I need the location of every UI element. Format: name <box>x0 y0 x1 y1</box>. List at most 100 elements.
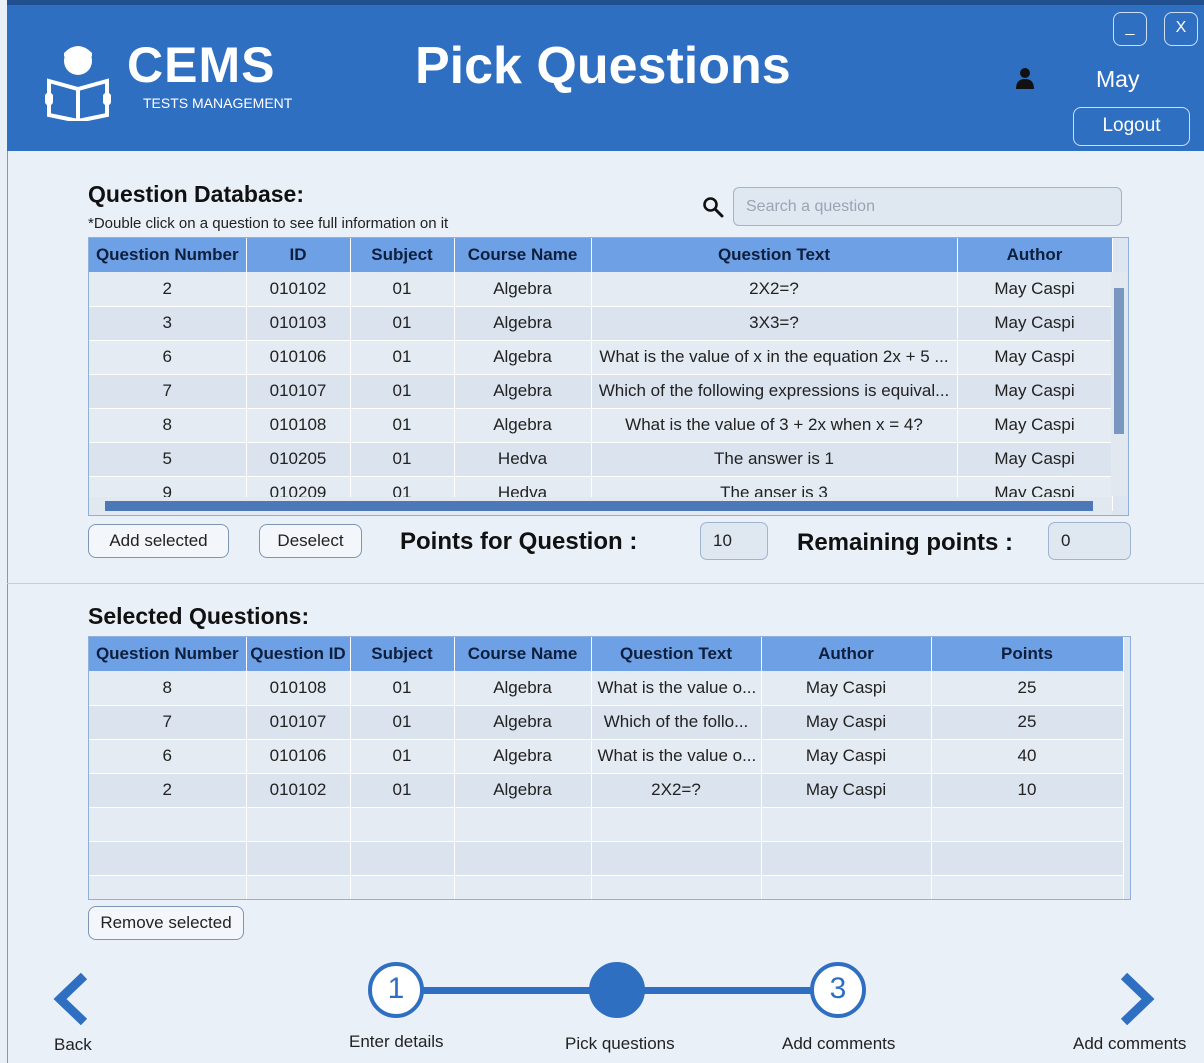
selected-cell: 25 <box>931 671 1124 706</box>
step-2-label: Pick questions <box>565 1034 675 1053</box>
selected-cell: Algebra <box>454 671 592 706</box>
deselect-button[interactable]: Deselect <box>259 524 362 558</box>
back-arrow-icon[interactable] <box>52 972 92 1026</box>
selected-cell: 6 <box>89 739 247 774</box>
selected-column-header[interactable]: Question Text <box>591 637 762 671</box>
selected-cell <box>246 875 351 899</box>
database-cell: 010103 <box>246 306 351 341</box>
next-arrow-icon[interactable] <box>1116 972 1156 1026</box>
selected-column-header[interactable]: Question ID <box>246 637 351 671</box>
back-label[interactable]: Back <box>54 1035 92 1055</box>
selected-cell: May Caspi <box>761 671 932 706</box>
database-cell: The answer is 1 <box>591 442 958 477</box>
selected-cell <box>931 807 1124 842</box>
selected-cell <box>454 841 592 876</box>
search-icon[interactable] <box>702 196 724 218</box>
database-horizontal-scrollbar[interactable] <box>89 497 1112 515</box>
minimize-button[interactable]: _ <box>1113 12 1147 46</box>
database-column-header[interactable]: Subject <box>350 238 455 272</box>
database-cell: 8 <box>89 408 247 443</box>
selected-column-header[interactable]: Course Name <box>454 637 592 671</box>
user-icon <box>1016 68 1034 89</box>
page-title: Pick Questions <box>415 37 791 95</box>
database-column-header[interactable]: Author <box>957 238 1113 272</box>
selected-row[interactable]: 7 010107 01 Algebra Which of the follo... May… <box>89 705 1124 740</box>
selected-row[interactable]: 6 010106 01 Algebra What is the value o... Ma… <box>89 739 1124 774</box>
close-button[interactable]: X <box>1164 12 1198 46</box>
database-cell: May Caspi <box>957 408 1113 443</box>
selected-column-header[interactable]: Subject <box>350 637 455 671</box>
database-cell: Algebra <box>454 272 592 307</box>
logout-button[interactable]: Logout <box>1073 107 1190 146</box>
selected-row[interactable]: 8 010108 01 Algebra What is the value o... Ma… <box>89 671 1124 706</box>
step-1-circle: 1 <box>368 962 424 1018</box>
step-1-label: Enter details <box>349 1032 444 1051</box>
database-cell: 01 <box>350 374 455 409</box>
database-cell: 7 <box>89 374 247 409</box>
selected-questions-table[interactable]: Question Number Question ID Subject Course … <box>88 636 1131 900</box>
database-row[interactable]: 3 010103 01 Algebra 3X3=? May Caspi <box>89 306 1113 341</box>
database-cell: May Caspi <box>957 442 1113 477</box>
selected-row[interactable] <box>89 875 1124 899</box>
selected-cell <box>350 875 455 899</box>
selected-column-header[interactable]: Question Number <box>89 637 247 671</box>
scroll-thumb[interactable] <box>1114 288 1124 434</box>
selected-cell: 01 <box>350 705 455 740</box>
selected-cell: Algebra <box>454 773 592 808</box>
user-name: May <box>1096 66 1140 92</box>
database-row[interactable]: 2 010102 01 Algebra 2X2=? May Caspi <box>89 272 1113 307</box>
database-row[interactable]: 8 010108 01 Algebra What is the value of 3 +… <box>89 408 1113 443</box>
selected-column-header[interactable]: Points <box>931 637 1124 671</box>
section-divider <box>7 583 1204 584</box>
database-row[interactable]: 7 010107 01 Algebra Which of the following e… <box>89 374 1113 409</box>
selected-cell: 01 <box>350 773 455 808</box>
selected-column-header[interactable]: Author <box>761 637 932 671</box>
selected-cell <box>89 875 247 899</box>
database-row[interactable]: 5 010205 01 Hedva The answer is 1 May Caspi <box>89 442 1113 477</box>
scroll-thumb[interactable] <box>105 501 1093 511</box>
selected-cell: 010108 <box>246 671 351 706</box>
points-input[interactable]: 10 <box>700 522 768 560</box>
selected-cell: 2X2=? <box>591 773 762 808</box>
add-selected-button[interactable]: Add selected <box>88 524 229 558</box>
selected-cell: 010106 <box>246 739 351 774</box>
database-cell: 2 <box>89 272 247 307</box>
database-cell: 3 <box>89 306 247 341</box>
database-cell: Which of the following expressions is eq… <box>591 374 958 409</box>
step-2-circle <box>589 962 645 1018</box>
selected-cell <box>246 807 351 842</box>
selected-cell <box>931 875 1124 899</box>
database-column-header[interactable]: Question Number <box>89 238 247 272</box>
reader-logo-icon <box>45 46 111 121</box>
next-label[interactable]: Add comments <box>1073 1034 1186 1054</box>
database-column-header[interactable]: Question Text <box>591 238 958 272</box>
selected-cell <box>591 807 762 842</box>
selected-cell: 01 <box>350 671 455 706</box>
search-input[interactable] <box>733 187 1122 226</box>
logo-title: CEMS <box>127 37 276 93</box>
selected-cell <box>591 841 762 876</box>
step-3-circle: 3 <box>810 962 866 1018</box>
step-3-label: Add comments <box>782 1034 896 1053</box>
selected-row[interactable]: 2 010102 01 Algebra 2X2=? May Caspi 10 <box>89 773 1124 808</box>
database-cell: 01 <box>350 408 455 443</box>
selected-cell: 01 <box>350 739 455 774</box>
selected-cell: Algebra <box>454 705 592 740</box>
database-cell: 6 <box>89 340 247 375</box>
database-cell: 01 <box>350 306 455 341</box>
database-cell: May Caspi <box>957 306 1113 341</box>
remaining-points-field: 0 <box>1048 522 1131 560</box>
database-vertical-scrollbar[interactable] <box>1111 272 1127 496</box>
database-cell: 01 <box>350 340 455 375</box>
database-column-header[interactable]: ID <box>246 238 351 272</box>
database-cell: 5 <box>89 442 247 477</box>
selected-row[interactable] <box>89 841 1124 876</box>
database-column-header[interactable]: Course Name <box>454 238 592 272</box>
database-row[interactable]: 6 010106 01 Algebra What is the value of x i… <box>89 340 1113 375</box>
selected-row[interactable] <box>89 807 1124 842</box>
selected-cell: 10 <box>931 773 1124 808</box>
question-database-table[interactable]: Question Number ID Subject Course Name Quest… <box>88 237 1129 516</box>
database-cell: May Caspi <box>957 272 1113 307</box>
selected-cell: Which of the follo... <box>591 705 762 740</box>
remove-selected-button[interactable]: Remove selected <box>88 906 244 940</box>
